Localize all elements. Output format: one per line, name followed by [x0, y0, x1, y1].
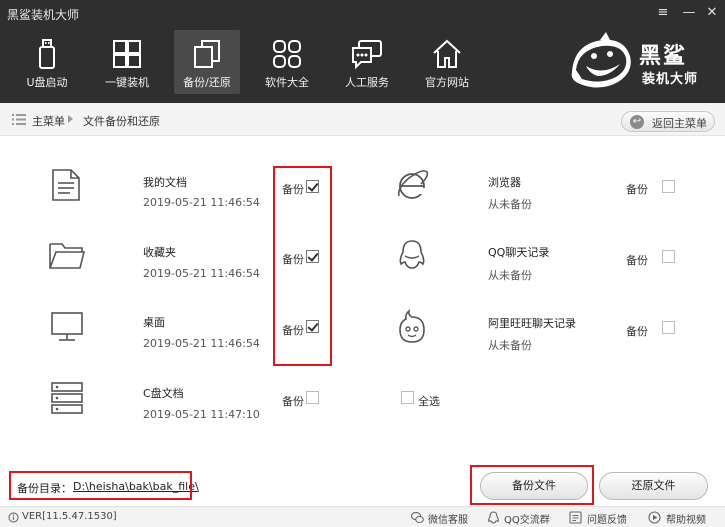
backup-checkbox-wangwang-chat[interactable] — [662, 321, 675, 334]
back-to-main-button[interactable]: ↩ 返回主菜单 — [621, 111, 715, 132]
nav-label: 一键装机 — [105, 76, 149, 89]
item-name-desktop: 桌面 — [143, 316, 165, 329]
item-name-c-drive-docs: C盘文档 — [143, 387, 184, 400]
item-date-desktop: 2019-05-21 11:46:54 — [143, 337, 260, 350]
item-date-wangwang-chat: 从未备份 — [488, 339, 532, 352]
item-date-qq-chat: 从未备份 — [488, 269, 532, 282]
play-icon — [648, 511, 661, 524]
window-title: 黑鲨装机大师 — [7, 8, 80, 22]
qq-icon — [488, 511, 499, 524]
item-name-wangwang-chat: 阿里旺旺聊天记录 — [488, 317, 576, 330]
highlight-box-checkboxes — [273, 166, 332, 366]
document-icon — [52, 169, 80, 201]
nav-label: 官方网站 — [425, 76, 469, 89]
nav-customer-service[interactable]: 人工服务 — [334, 30, 400, 94]
item-date-documents: 2019-05-21 11:46:54 — [143, 196, 260, 209]
windows-icon — [113, 40, 141, 68]
ie-browser-icon — [397, 170, 429, 199]
nav-label: 软件大全 — [265, 76, 309, 89]
qq-penguin-icon — [399, 240, 425, 269]
item-name-favorites: 收藏夹 — [143, 246, 176, 259]
back-to-main-label: 返回主菜单 — [652, 117, 707, 130]
close-button[interactable]: ✕ — [704, 5, 720, 20]
backup-checkbox-qq-chat[interactable] — [662, 250, 675, 263]
logo-subtext: 装机大师 — [642, 72, 699, 87]
nav-backup-restore[interactable]: 备份/还原 — [174, 30, 240, 94]
nav-usb-boot[interactable]: U盘启动 — [14, 30, 80, 94]
select-all-label[interactable]: 全选 — [418, 393, 440, 409]
backup-checkbox-browser[interactable] — [662, 180, 675, 193]
back-arrow-icon: ↩ — [630, 115, 644, 129]
wechat-icon — [411, 511, 424, 524]
breadcrumb-current: 文件备份和还原 — [83, 115, 160, 128]
feedback-link[interactable]: 问题反馈 — [587, 511, 627, 526]
breadcrumb-arrow-icon — [68, 115, 73, 123]
feedback-icon — [569, 511, 582, 524]
item-date-browser: 从未备份 — [488, 198, 532, 211]
server-drive-icon — [51, 382, 83, 414]
top-navigation-bar: 黑鲨装机大师 ≡ — ✕ U盘启动 一键装机 备份/还原 软件大全 人工服务 官… — [0, 0, 725, 103]
help-video-link[interactable]: 帮助视频 — [666, 511, 706, 526]
qq-group-link[interactable]: QQ交流群 — [504, 511, 550, 526]
brand-logo: 黑鲨 装机大师 — [566, 32, 716, 94]
breadcrumb: 主菜单 文件备份和还原 ↩ 返回主菜单 — [0, 103, 725, 136]
chat-bubble-icon — [352, 40, 382, 70]
item-name-qq-chat: QQ聊天记录 — [488, 246, 550, 259]
wechat-service-link[interactable]: 微信客服 — [428, 511, 468, 526]
usb-drive-icon — [39, 39, 55, 69]
item-name-browser: 浏览器 — [488, 176, 521, 189]
logo-text: 黑鲨 — [639, 43, 688, 69]
backup-label: 备份 — [626, 254, 648, 267]
shark-mascot-icon — [571, 32, 631, 88]
nav-label: 备份/还原 — [183, 76, 231, 89]
backup-restore-icon — [194, 40, 220, 68]
breadcrumb-home[interactable]: 主菜单 — [32, 113, 65, 129]
item-name-documents: 我的文档 — [143, 176, 187, 189]
select-all-checkbox[interactable] — [401, 391, 414, 404]
home-icon — [433, 39, 461, 68]
folder-icon — [49, 243, 86, 269]
monitor-icon — [51, 312, 83, 341]
backup-label: 备份 — [626, 183, 648, 196]
backup-label: 备份 — [626, 325, 648, 338]
list-icon — [12, 114, 26, 125]
apps-grid-icon — [273, 40, 301, 68]
restore-files-button[interactable]: 还原文件 — [599, 472, 708, 500]
item-date-c-drive-docs: 2019-05-21 11:47:10 — [143, 408, 260, 421]
version-text: VER[11.5.47.1530] — [22, 511, 117, 522]
nav-software[interactable]: 软件大全 — [254, 30, 320, 94]
status-bar: VER[11.5.47.1530] 微信客服 QQ交流群 问题反馈 帮助视频 — [0, 506, 725, 527]
backup-label: 备份 — [282, 395, 304, 408]
highlight-box-backup-button — [470, 465, 594, 505]
nav-label: 人工服务 — [345, 76, 389, 89]
item-date-favorites: 2019-05-21 11:46:54 — [143, 267, 260, 280]
nav-label: U盘启动 — [26, 76, 68, 89]
info-icon — [8, 512, 19, 523]
minimize-button[interactable]: — — [681, 5, 697, 20]
menu-button[interactable]: ≡ — [655, 5, 671, 20]
nav-official-site[interactable]: 官方网站 — [414, 30, 480, 94]
nav-one-click-install[interactable]: 一键装机 — [94, 30, 160, 94]
backup-checkbox-c-drive-docs[interactable] — [306, 391, 319, 404]
highlight-box-backup-dir — [9, 471, 192, 500]
wangwang-icon — [399, 309, 425, 343]
